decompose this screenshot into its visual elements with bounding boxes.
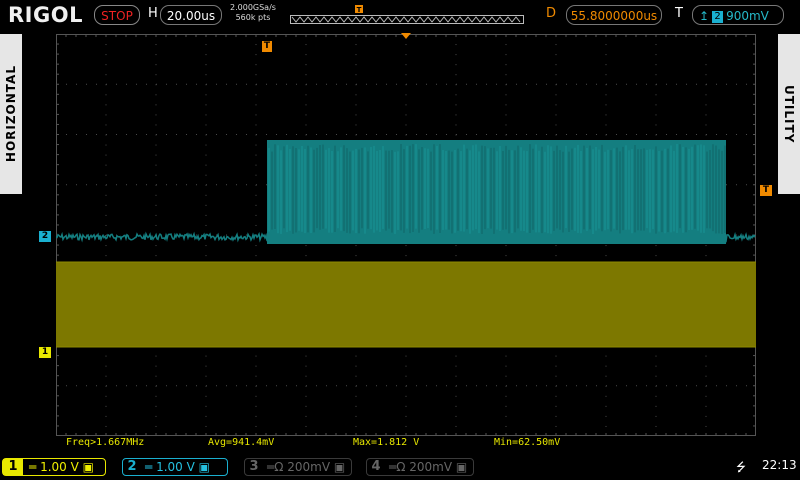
channel-3-badge: 3 [249,459,259,474]
channel-1-offset-marker[interactable]: 1 [39,347,51,358]
trigger-source-badge: 2 [712,11,724,23]
trigger-position-indicator: T [262,41,272,52]
acquisition-info: 2.000GSa/s 560k pts [230,3,276,23]
channel-2-scale: 1.00 V [156,460,195,474]
memory-overview[interactable]: T [290,4,526,26]
delay-value[interactable]: 55.8000000us [566,5,662,25]
measurement-freq: Freq>1.667MHz [66,437,145,448]
channel-4-status[interactable]: 4 ═Ω 200mV ▣ [366,458,474,476]
trigger-level: 900mV [726,9,769,23]
channel-2-offset-marker[interactable]: 2 [39,231,51,242]
bandwidth-icon: ▣ [333,460,346,474]
channel-2-status[interactable]: 2 ═ 1.00 V ▣ [122,458,228,476]
bandwidth-icon: ▣ [198,460,210,474]
utility-menu-tab[interactable]: UTILITY [778,34,800,194]
svg-text:T: T [357,6,362,14]
trigger-label: T [675,6,683,21]
channel-1-badge: 1 [3,459,23,475]
trigger-level-marker[interactable]: T [760,185,772,196]
memory-depth: 560k pts [235,13,271,22]
horizontal-menu-tab[interactable]: HORIZONTAL [0,34,22,194]
measurement-avg: Avg=941.4mV [208,437,275,448]
horizontal-scale[interactable]: 20.00us [160,5,222,25]
dc-coupling-icon: ═ [29,460,37,474]
channel-1-trace [56,262,756,347]
measurement-max: Max=1.812 V [353,437,420,448]
channel-4-badge: 4 [371,459,381,474]
channel-1-status[interactable]: 1 ═ 1.00 V ▣ [2,458,106,476]
horizontal-label: H [148,6,158,21]
bandwidth-icon: ▣ [82,460,94,474]
run-stop-button[interactable]: STOP [94,5,140,25]
waveform-display[interactable] [56,34,756,436]
top-status-bar: RIGOL STOP H 20.00us 2.000GSa/s 560k pts… [0,0,800,32]
dc-coupling-icon: ═ [145,460,153,474]
usb-icon: ⭍ [736,460,746,474]
sample-rate: 2.000GSa/s [230,3,276,12]
delay-center-marker [401,33,411,39]
channel-2-badge: 2 [127,459,137,474]
channel-3-status[interactable]: 3 ═Ω 200mV ▣ [244,458,352,476]
channel-3-scale: 200mV [287,460,331,474]
system-clock: 22:13 [762,458,797,472]
channel-2-trace [56,140,756,244]
delay-label: D [546,6,557,21]
brand-logo: RIGOL [8,3,83,27]
impedance-icon: Ω [274,460,284,474]
trigger-settings[interactable]: ↥ 2 900mV [692,5,784,25]
bandwidth-icon: ▣ [455,460,468,474]
measurement-min: Min=62.50mV [494,437,561,448]
channel-1-scale: 1.00 V [40,460,79,474]
channel-4-scale: 200mV [409,460,453,474]
impedance-icon: Ω [396,460,406,474]
rising-edge-icon: ↥ [699,9,710,23]
